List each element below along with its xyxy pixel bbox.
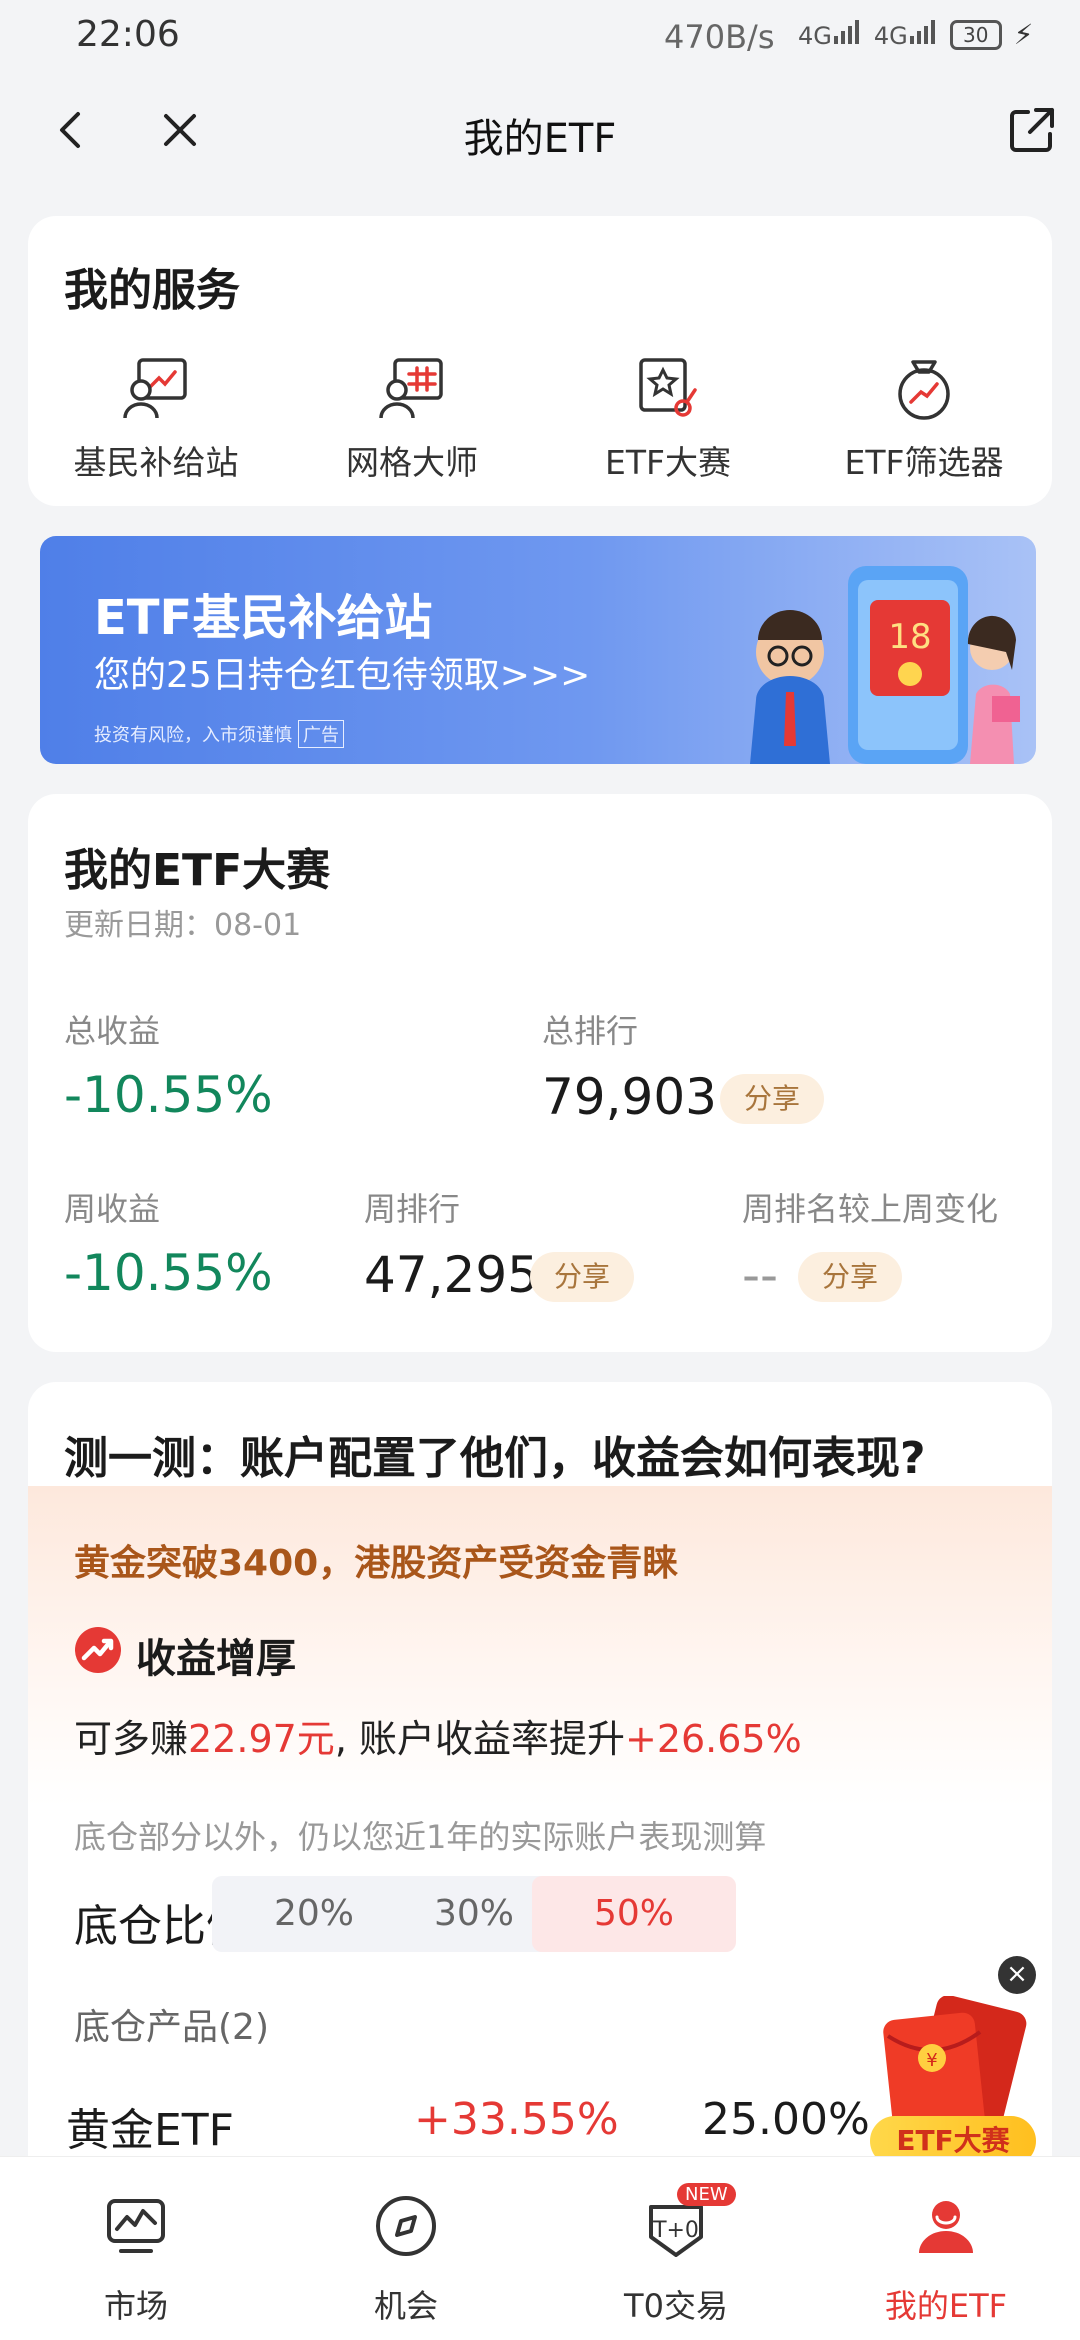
risk-text: 投资有风险，入市须谨慎	[94, 725, 292, 746]
share-rank-change-button[interactable]: 分享	[798, 1252, 903, 1302]
service-label: 基民补给站	[73, 443, 239, 482]
close-floating-ad-button[interactable]: ×	[998, 1956, 1036, 1994]
bottom-tab-bar: 市场 机会 T+0 NEW T0交易 我的ETF	[0, 2156, 1080, 2340]
t0-trade-icon: T+0 NEW	[643, 2183, 736, 2259]
nav-bar: 我的ETF	[0, 76, 1080, 186]
share-external-button[interactable]	[1006, 104, 1058, 156]
service-etf-contest[interactable]: ETF大赛	[540, 356, 796, 486]
share-weekly-rank-button[interactable]: 分享	[530, 1252, 635, 1302]
market-chart-icon	[103, 2193, 169, 2259]
envelope-amount: 18	[888, 617, 931, 657]
network-speed: 470B/s	[664, 18, 775, 56]
weekly-rank-value: 47,295	[364, 1246, 539, 1304]
close-button[interactable]	[152, 102, 208, 158]
weekly-return-value: -10.55%	[64, 1244, 273, 1302]
contest-title: 我的ETF大赛	[64, 845, 331, 896]
product-weight: 25.00%	[702, 2094, 870, 2145]
rank-change-value: --	[742, 1246, 779, 1304]
earn-amount: 22.97元	[188, 1717, 335, 1761]
total-return-value: -10.55%	[64, 1066, 273, 1124]
tab-label: T0交易	[624, 2287, 728, 2325]
earn-prefix: 可多赚	[74, 1717, 189, 1761]
service-etf-screener[interactable]: ETF筛选器	[796, 356, 1052, 486]
tab-label: 市场	[103, 2287, 168, 2325]
service-supply-station[interactable]: 基民补给站	[28, 356, 284, 486]
tab-my-etf[interactable]: 我的ETF	[846, 2193, 1046, 2327]
status-icons: 4G 4G 30 ⚡	[798, 18, 1033, 51]
test-note: 底仓部分以外，仍以您近1年的实际账户表现测算	[74, 1818, 767, 1856]
contest-trophy-icon	[633, 356, 703, 422]
product-name: 黄金ETF	[66, 2105, 234, 2156]
signal-label-2: 4G	[873, 21, 908, 50]
service-label: 网格大师	[346, 443, 478, 482]
rank-change-label: 周排名较上周变化	[742, 1190, 999, 1228]
tab-label: 机会	[373, 2287, 438, 2325]
back-button[interactable]	[44, 102, 100, 158]
screener-icon	[889, 356, 959, 422]
banner-subtitle: 您的25日持仓红包待领取>>>	[94, 655, 591, 696]
weekly-rank-label: 周排行	[364, 1190, 461, 1228]
promo-banner[interactable]: ETF基民补给站 您的25日持仓红包待领取>>> 投资有风险，入市须谨慎 广告 1…	[40, 536, 1036, 764]
tab-opportunity[interactable]: 机会	[306, 2193, 506, 2327]
market-headline: 黄金突破3400，港股资产受资金青睐	[74, 1543, 679, 1584]
user-icon	[913, 2193, 979, 2259]
banner-illustration: 18	[730, 556, 1030, 764]
total-rank-label: 总排行	[542, 1012, 639, 1050]
total-rank-value: 79,903	[542, 1068, 717, 1126]
battery-icon: 30	[949, 19, 1002, 50]
service-label: ETF大赛	[605, 443, 731, 482]
weekly-return-label: 周收益	[64, 1190, 161, 1228]
tab-label: 我的ETF	[884, 2287, 1008, 2325]
products-label: 底仓产品(2)	[74, 2007, 269, 2048]
banner-title: ETF基民补给站	[94, 590, 433, 646]
signal-label: 4G	[798, 21, 832, 50]
svg-text:¥: ¥	[926, 2050, 937, 2071]
service-grid-master[interactable]: 网格大师	[284, 356, 540, 486]
boost-summary: 可多赚22.97元, 账户收益率提升+26.65%	[74, 1708, 802, 1763]
status-time: 22:06	[76, 14, 180, 55]
contest-card: 我的ETF大赛 更新日期：08-01 总收益 -10.55% 总排行 79,90…	[28, 794, 1052, 1352]
grid-master-icon	[377, 356, 447, 422]
status-bar: 22:06 470B/s 4G 4G 30 ⚡	[0, 0, 1080, 76]
total-return-label: 总收益	[64, 1012, 161, 1050]
close-icon	[164, 114, 196, 146]
tab-t0-trade[interactable]: T+0 NEW T0交易	[576, 2183, 776, 2327]
services-card: 我的服务 基民补给站 网格大师 ETF大赛 ETF筛选器	[28, 216, 1052, 506]
earn-mid: , 账户收益率提升	[334, 1717, 625, 1761]
boost-title: 收益增厚	[136, 1636, 296, 1682]
share-total-rank-button[interactable]: 分享	[720, 1074, 825, 1124]
update-date: 更新日期：08-01	[64, 908, 302, 943]
earn-rate: +26.65%	[624, 1717, 802, 1761]
ad-tag: 广告	[298, 720, 344, 748]
supply-station-icon	[121, 356, 191, 422]
tab-market[interactable]: 市场	[36, 2193, 236, 2327]
charging-icon: ⚡	[1013, 18, 1034, 51]
test-question: 测一测：账户配置了他们，收益会如何表现?	[64, 1433, 926, 1484]
chevron-left-icon	[60, 112, 80, 148]
external-link-icon	[1010, 108, 1054, 152]
trend-up-icon	[74, 1626, 122, 1674]
svg-text:T+0: T+0	[652, 2218, 699, 2243]
compass-icon	[373, 2193, 439, 2259]
ratio-option-50[interactable]: 50%	[532, 1876, 736, 1952]
new-badge: NEW	[677, 2183, 736, 2206]
product-change: +33.55%	[414, 2094, 619, 2145]
signal-icon: 4G	[798, 19, 862, 50]
banner-risk-note: 投资有风险，入市须谨慎 广告	[94, 720, 344, 748]
service-label: ETF筛选器	[844, 443, 1004, 482]
signal-icon-2: 4G	[873, 19, 938, 50]
services-title: 我的服务	[64, 265, 240, 316]
